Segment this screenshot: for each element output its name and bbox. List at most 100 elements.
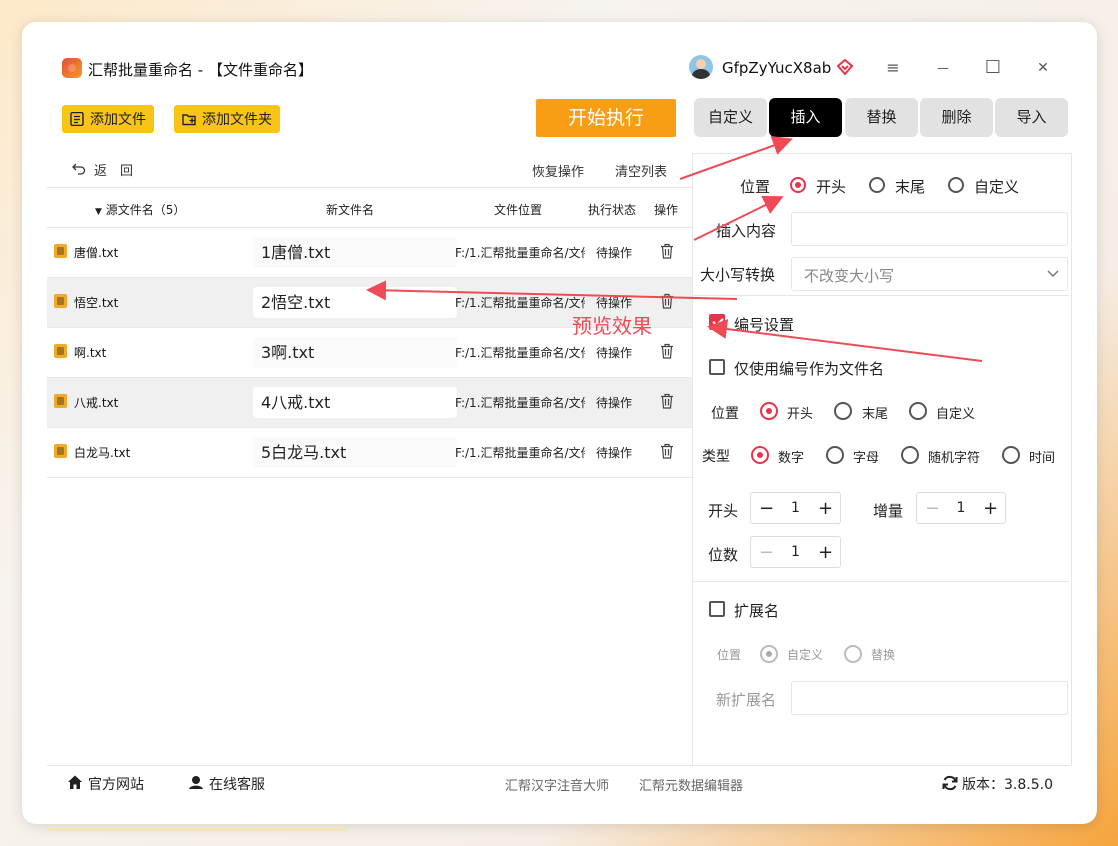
- tab-custom[interactable]: 自定义: [694, 98, 767, 137]
- column-source-label: 源文件名（5）: [105, 203, 186, 217]
- clear-list-button[interactable]: 清空列表: [615, 161, 667, 180]
- plus-icon[interactable]: +: [818, 498, 833, 519]
- undo-button[interactable]: 恢复操作: [532, 161, 584, 180]
- type-letter-label: 字母: [853, 451, 880, 466]
- num-position-end-label: 末尾: [862, 407, 889, 422]
- user-avatar[interactable]: [689, 55, 713, 79]
- ext-position-custom-radio[interactable]: [760, 645, 778, 663]
- pinyin-tool-link[interactable]: 汇帮汉字注音大师: [505, 775, 609, 794]
- increment-stepper[interactable]: − 1 +: [916, 492, 1006, 524]
- num-position-start-radio[interactable]: [760, 402, 778, 420]
- minus-icon[interactable]: −: [759, 542, 774, 563]
- position-end-radio[interactable]: [869, 177, 885, 193]
- refresh-icon: [942, 775, 958, 791]
- new-filename: 5白龙马.txt: [253, 437, 457, 468]
- add-folder-label: 添加文件夹: [202, 112, 272, 128]
- username[interactable]: GfpZyYucX8ab: [722, 59, 831, 77]
- minimize-button[interactable]: —: [931, 56, 955, 80]
- start-value: 1: [791, 500, 800, 516]
- divider: [47, 187, 692, 188]
- increment-label: 增量: [873, 502, 904, 520]
- website-link[interactable]: 官方网站: [88, 774, 144, 794]
- file-location: F:/1.汇帮批量重命名/文件: [455, 396, 585, 410]
- new-filename: 4八戒.txt: [253, 387, 457, 418]
- extension-checkbox[interactable]: [709, 601, 725, 617]
- new-ext-input[interactable]: [791, 681, 1068, 715]
- version-text[interactable]: 版本：3.8.5.0: [962, 774, 1053, 794]
- extension-label: 扩展名: [734, 602, 780, 620]
- type-number-radio[interactable]: [751, 446, 769, 464]
- add-folder-button[interactable]: 添加文件夹: [174, 105, 280, 133]
- position-end-label: 末尾: [895, 178, 926, 196]
- case-select[interactable]: 不改变大小写: [791, 257, 1068, 291]
- case-select-value: 不改变大小写: [804, 267, 895, 285]
- support-agent-icon: [189, 776, 203, 789]
- home-icon: [68, 775, 82, 789]
- minus-icon[interactable]: −: [925, 498, 940, 519]
- app-window: 汇帮批量重命名 - 【文件重命名】 GfpZyYucX8ab ≡ — ☐ ✕ 添…: [22, 22, 1097, 824]
- plus-icon[interactable]: +: [818, 542, 833, 563]
- position-label: 位置: [740, 178, 771, 196]
- source-filename: 啊.txt: [74, 346, 107, 360]
- numbering-label: 编号设置: [734, 316, 795, 334]
- type-number-label: 数字: [778, 451, 805, 466]
- trash-icon[interactable]: [660, 393, 674, 409]
- insert-content-input[interactable]: [791, 212, 1068, 246]
- only-number-checkbox[interactable]: [709, 359, 725, 375]
- type-time-radio[interactable]: [1002, 446, 1020, 464]
- minus-icon[interactable]: −: [759, 498, 774, 519]
- case-label: 大小写转换: [700, 266, 776, 284]
- column-source[interactable]: ▼ 源文件名（5）: [95, 201, 185, 218]
- num-position-end-radio[interactable]: [834, 402, 852, 420]
- only-number-label: 仅使用编号作为文件名: [734, 360, 885, 378]
- position-start-radio[interactable]: [790, 177, 806, 193]
- trash-icon[interactable]: [660, 243, 674, 259]
- file-list-icon: [70, 112, 84, 126]
- ext-position-replace-radio[interactable]: [844, 645, 862, 663]
- digits-stepper[interactable]: − 1 +: [750, 536, 841, 568]
- trash-icon[interactable]: [660, 293, 674, 309]
- new-filename: 2悟空.txt: [253, 287, 457, 318]
- back-button[interactable]: 返 回: [94, 160, 133, 179]
- support-link[interactable]: 在线客服: [209, 774, 265, 794]
- table-row[interactable]: 唐僧.txt 1唐僧.txt F:/1.汇帮批量重命名/文件 待操作: [47, 228, 692, 278]
- maximize-button[interactable]: ☐: [981, 56, 1005, 80]
- file-location: F:/1.汇帮批量重命名/文件: [455, 446, 585, 460]
- menu-icon[interactable]: ≡: [881, 56, 905, 80]
- close-button[interactable]: ✕: [1031, 56, 1055, 80]
- vip-diamond-icon[interactable]: [836, 58, 854, 76]
- digits-label: 位数: [708, 546, 739, 564]
- type-time-label: 时间: [1029, 451, 1056, 466]
- source-filename: 八戒.txt: [74, 396, 119, 410]
- type-letter-radio[interactable]: [826, 446, 844, 464]
- status-text: 待操作: [596, 446, 633, 460]
- source-filename: 悟空.txt: [74, 296, 119, 310]
- file-icon: [54, 344, 67, 358]
- divider: [47, 765, 1070, 766]
- ext-position-custom-label: 自定义: [787, 648, 824, 662]
- start-button[interactable]: 开始执行: [536, 99, 676, 137]
- num-position-custom-radio[interactable]: [909, 402, 927, 420]
- trash-icon[interactable]: [660, 343, 674, 359]
- metadata-tool-link[interactable]: 汇帮元数据编辑器: [639, 775, 743, 794]
- new-filename: 3啊.txt: [253, 337, 457, 368]
- table-row[interactable]: 八戒.txt 4八戒.txt F:/1.汇帮批量重命名/文件 待操作: [47, 378, 692, 428]
- tab-insert[interactable]: 插入: [769, 98, 842, 137]
- ext-position-label: 位置: [717, 648, 742, 662]
- numbering-checkbox[interactable]: [709, 314, 725, 330]
- tab-delete[interactable]: 删除: [920, 98, 993, 137]
- add-file-button[interactable]: 添加文件: [62, 105, 154, 133]
- tab-replace[interactable]: 替换: [845, 98, 918, 137]
- tab-import[interactable]: 导入: [995, 98, 1068, 137]
- trash-icon[interactable]: [660, 443, 674, 459]
- num-position-start-label: 开头: [787, 407, 814, 422]
- divider: [693, 295, 1069, 296]
- start-label: 开头: [708, 502, 739, 520]
- position-custom-radio[interactable]: [948, 177, 964, 193]
- table-row[interactable]: 白龙马.txt 5白龙马.txt F:/1.汇帮批量重命名/文件 待操作: [47, 428, 692, 478]
- plus-icon[interactable]: +: [983, 498, 998, 519]
- start-stepper[interactable]: − 1 +: [750, 492, 841, 524]
- file-location: F:/1.汇帮批量重命名/文件: [455, 346, 585, 360]
- app-title: 汇帮批量重命名 - 【文件重命名】: [88, 61, 313, 79]
- type-random-radio[interactable]: [901, 446, 919, 464]
